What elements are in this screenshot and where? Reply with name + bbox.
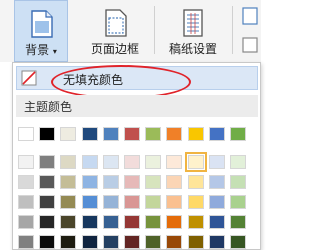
theme-colors-title: 主题颜色: [24, 100, 73, 114]
background-color-dropdown: 无填充颜色 主题颜色: [12, 62, 261, 250]
color-swatch[interactable]: [39, 235, 56, 249]
color-swatch[interactable]: [166, 175, 183, 189]
color-swatch[interactable]: [102, 175, 119, 189]
color-swatch[interactable]: [18, 235, 34, 249]
color-swatch[interactable]: [145, 235, 162, 249]
color-swatch[interactable]: [18, 215, 34, 229]
page-border-label: 页面边框: [90, 42, 139, 56]
color-swatch[interactable]: [18, 195, 34, 209]
color-swatch[interactable]: [208, 215, 225, 229]
color-swatch[interactable]: [230, 195, 246, 209]
paper-setup-button[interactable]: 稿纸设置: [160, 0, 226, 62]
color-swatch[interactable]: [145, 155, 162, 169]
color-swatch[interactable]: [60, 235, 77, 249]
color-swatch[interactable]: [60, 195, 77, 209]
color-swatch[interactable]: [39, 155, 56, 169]
color-swatch[interactable]: [124, 195, 140, 209]
color-swatch[interactable]: [184, 152, 207, 172]
color-swatch[interactable]: [187, 215, 204, 229]
color-swatch[interactable]: [230, 127, 246, 141]
color-swatch[interactable]: [81, 215, 98, 229]
paper-grid-icon: [183, 9, 203, 37]
page-border-icon: [105, 9, 127, 37]
page-border-button[interactable]: 页面边框: [80, 0, 150, 62]
theme-colors-header: 主题颜色: [16, 95, 258, 117]
color-swatch[interactable]: [39, 215, 56, 229]
color-swatch[interactable]: [60, 175, 77, 189]
color-swatch[interactable]: [60, 215, 77, 229]
document-icon: [242, 7, 258, 53]
color-swatch[interactable]: [81, 235, 98, 249]
color-swatch[interactable]: [208, 155, 225, 169]
color-swatch[interactable]: [81, 127, 98, 141]
color-swatch[interactable]: [102, 235, 119, 249]
color-swatch[interactable]: [145, 215, 162, 229]
color-swatch[interactable]: [187, 195, 204, 209]
color-swatch[interactable]: [230, 215, 246, 229]
color-swatch[interactable]: [208, 175, 225, 189]
no-fill-label: 无填充颜色: [63, 73, 124, 87]
color-swatch[interactable]: [166, 235, 183, 249]
color-swatch[interactable]: [124, 127, 140, 141]
background-label: 背景: [25, 43, 50, 57]
page-background-icon: [31, 10, 53, 38]
color-swatch[interactable]: [166, 195, 183, 209]
chevron-down-icon: ▾: [52, 47, 57, 56]
ribbon-separator: [154, 6, 155, 54]
color-swatch[interactable]: [124, 215, 140, 229]
color-swatch[interactable]: [39, 175, 56, 189]
color-swatch[interactable]: [187, 235, 204, 249]
color-swatch[interactable]: [81, 195, 98, 209]
ribbon-overflow[interactable]: [235, 0, 261, 62]
color-swatch[interactable]: [102, 155, 119, 169]
color-swatch[interactable]: [60, 127, 77, 141]
color-swatch[interactable]: [208, 235, 225, 249]
color-swatch[interactable]: [187, 127, 204, 141]
color-swatch[interactable]: [102, 195, 119, 209]
color-swatch[interactable]: [166, 127, 183, 141]
no-fill-icon: [21, 70, 37, 86]
color-swatch[interactable]: [18, 155, 34, 169]
paper-setup-label: 稿纸设置: [168, 42, 217, 56]
color-swatch[interactable]: [18, 127, 34, 141]
color-swatch[interactable]: [102, 215, 119, 229]
color-swatch[interactable]: [145, 127, 162, 141]
color-swatch[interactable]: [187, 175, 204, 189]
color-swatch[interactable]: [124, 235, 140, 249]
color-swatch[interactable]: [60, 155, 77, 169]
ribbon: 背景 ▾ 页面边框 稿纸设置: [0, 0, 261, 62]
color-swatch[interactable]: [230, 235, 246, 249]
color-swatch[interactable]: [230, 155, 246, 169]
color-swatch[interactable]: [166, 155, 183, 169]
color-swatch[interactable]: [18, 175, 34, 189]
color-swatch[interactable]: [124, 155, 140, 169]
color-swatch[interactable]: [208, 195, 225, 209]
color-swatch[interactable]: [145, 175, 162, 189]
color-swatch[interactable]: [39, 127, 56, 141]
color-swatch[interactable]: [81, 155, 98, 169]
color-swatch[interactable]: [230, 175, 246, 189]
ribbon-separator: [232, 6, 233, 54]
background-button[interactable]: 背景 ▾: [14, 0, 68, 62]
color-swatch[interactable]: [124, 175, 140, 189]
color-swatch[interactable]: [102, 127, 119, 141]
color-swatch[interactable]: [39, 195, 56, 209]
no-fill-option[interactable]: 无填充颜色: [16, 66, 258, 90]
color-swatch[interactable]: [81, 175, 98, 189]
color-swatch[interactable]: [208, 127, 225, 141]
color-swatch[interactable]: [166, 215, 183, 229]
color-swatch[interactable]: [145, 195, 162, 209]
